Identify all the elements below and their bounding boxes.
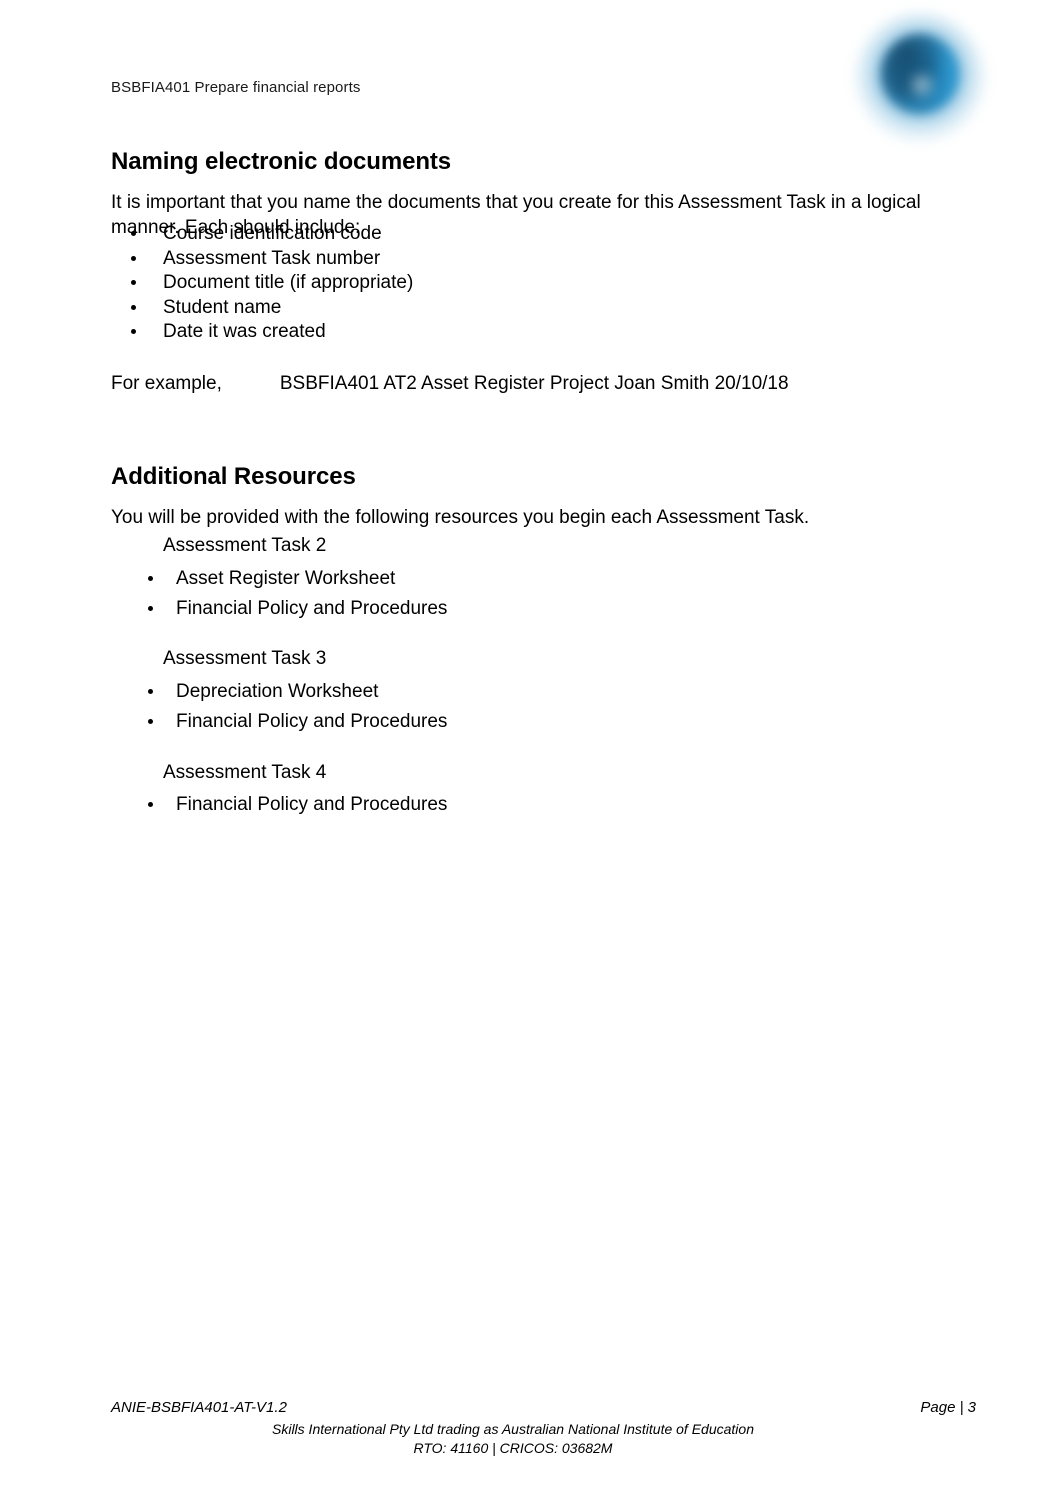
list-item: Asset Register Worksheet (129, 564, 447, 594)
list-item: Financial Policy and Procedures (129, 790, 447, 820)
bullet-icon (148, 689, 153, 694)
document-footer: ANIE-BSBFIA401-AT-V1.2 Page | 3 Skills I… (0, 1392, 1062, 1492)
assessment-task-4-resource-list: Financial Policy and Procedures (129, 790, 447, 820)
list-item-label: Assessment Task number (163, 247, 381, 269)
list-item-label: Financial Policy and Procedures (176, 598, 448, 619)
list-item: Document title (if appropriate) (111, 271, 413, 296)
list-item-label: Student name (163, 296, 282, 318)
assessment-task-2-resource-list: Asset Register Worksheet Financial Polic… (129, 564, 447, 624)
list-item: Financial Policy and Procedures (129, 594, 447, 624)
sub-heading-assessment-task-2: Assessment Task 2 (163, 535, 327, 556)
naming-requirements-list: Course identification code Assessment Ta… (111, 222, 413, 345)
bullet-icon (131, 231, 136, 236)
list-item: Financial Policy and Procedures (129, 707, 447, 737)
list-item-label: Date it was created (163, 321, 326, 343)
list-item-label: Financial Policy and Procedures (176, 711, 448, 732)
section-heading-additional-resources: Additional Resources (111, 463, 356, 491)
bullet-icon (148, 802, 153, 807)
document-page: BSBFIA401 Prepare financial reports Nami… (0, 0, 1062, 1506)
assessment-task-3-resource-list: Depreciation Worksheet Financial Policy … (129, 677, 447, 737)
footer-page-number: Page | 3 (920, 1399, 976, 1416)
list-item-label: Financial Policy and Procedures (176, 794, 448, 815)
bullet-icon (148, 606, 153, 611)
footer-organisation-name: Skills International Pty Ltd trading as … (272, 1421, 754, 1437)
bullet-icon (131, 329, 136, 335)
example-label: For example, (111, 373, 222, 394)
document-header-title: BSBFIA401 Prepare financial reports (111, 79, 361, 96)
list-item-label: Depreciation Worksheet (176, 681, 379, 702)
list-item: Course identification code (111, 222, 413, 247)
bullet-icon (131, 280, 136, 286)
bullet-icon (148, 576, 153, 581)
globe-icon (855, 12, 985, 142)
list-item-label: Course identification code (163, 223, 382, 244)
list-item: Depreciation Worksheet (129, 677, 447, 707)
bullet-icon (148, 719, 153, 724)
footer-registration-codes: RTO: 41160 | CRICOS: 03682M (413, 1440, 613, 1456)
footer-document-version: ANIE-BSBFIA401-AT-V1.2 (111, 1399, 287, 1416)
list-item: Student name (111, 296, 413, 321)
globe-icon-highlight (907, 70, 937, 100)
list-item-label: Asset Register Worksheet (176, 568, 396, 589)
list-item: Assessment Task number (111, 247, 413, 272)
list-item-label: Document title (if appropriate) (163, 272, 414, 294)
sub-heading-assessment-task-4: Assessment Task 4 (163, 762, 327, 783)
bullet-icon (131, 304, 136, 310)
example-value: BSBFIA401 AT2 Asset Register Project Joa… (279, 373, 789, 394)
section-heading-naming-electronic-documents: Naming electronic documents (111, 148, 452, 176)
sub-heading-assessment-task-3: Assessment Task 3 (163, 648, 327, 669)
bullet-icon (131, 255, 136, 261)
additional-resources-intro-paragraph: You will be provided with the following … (111, 507, 810, 528)
naming-example-line: For example, BSBFIA401 AT2 Asset Register… (111, 371, 971, 396)
list-item: Date it was created (111, 320, 413, 345)
